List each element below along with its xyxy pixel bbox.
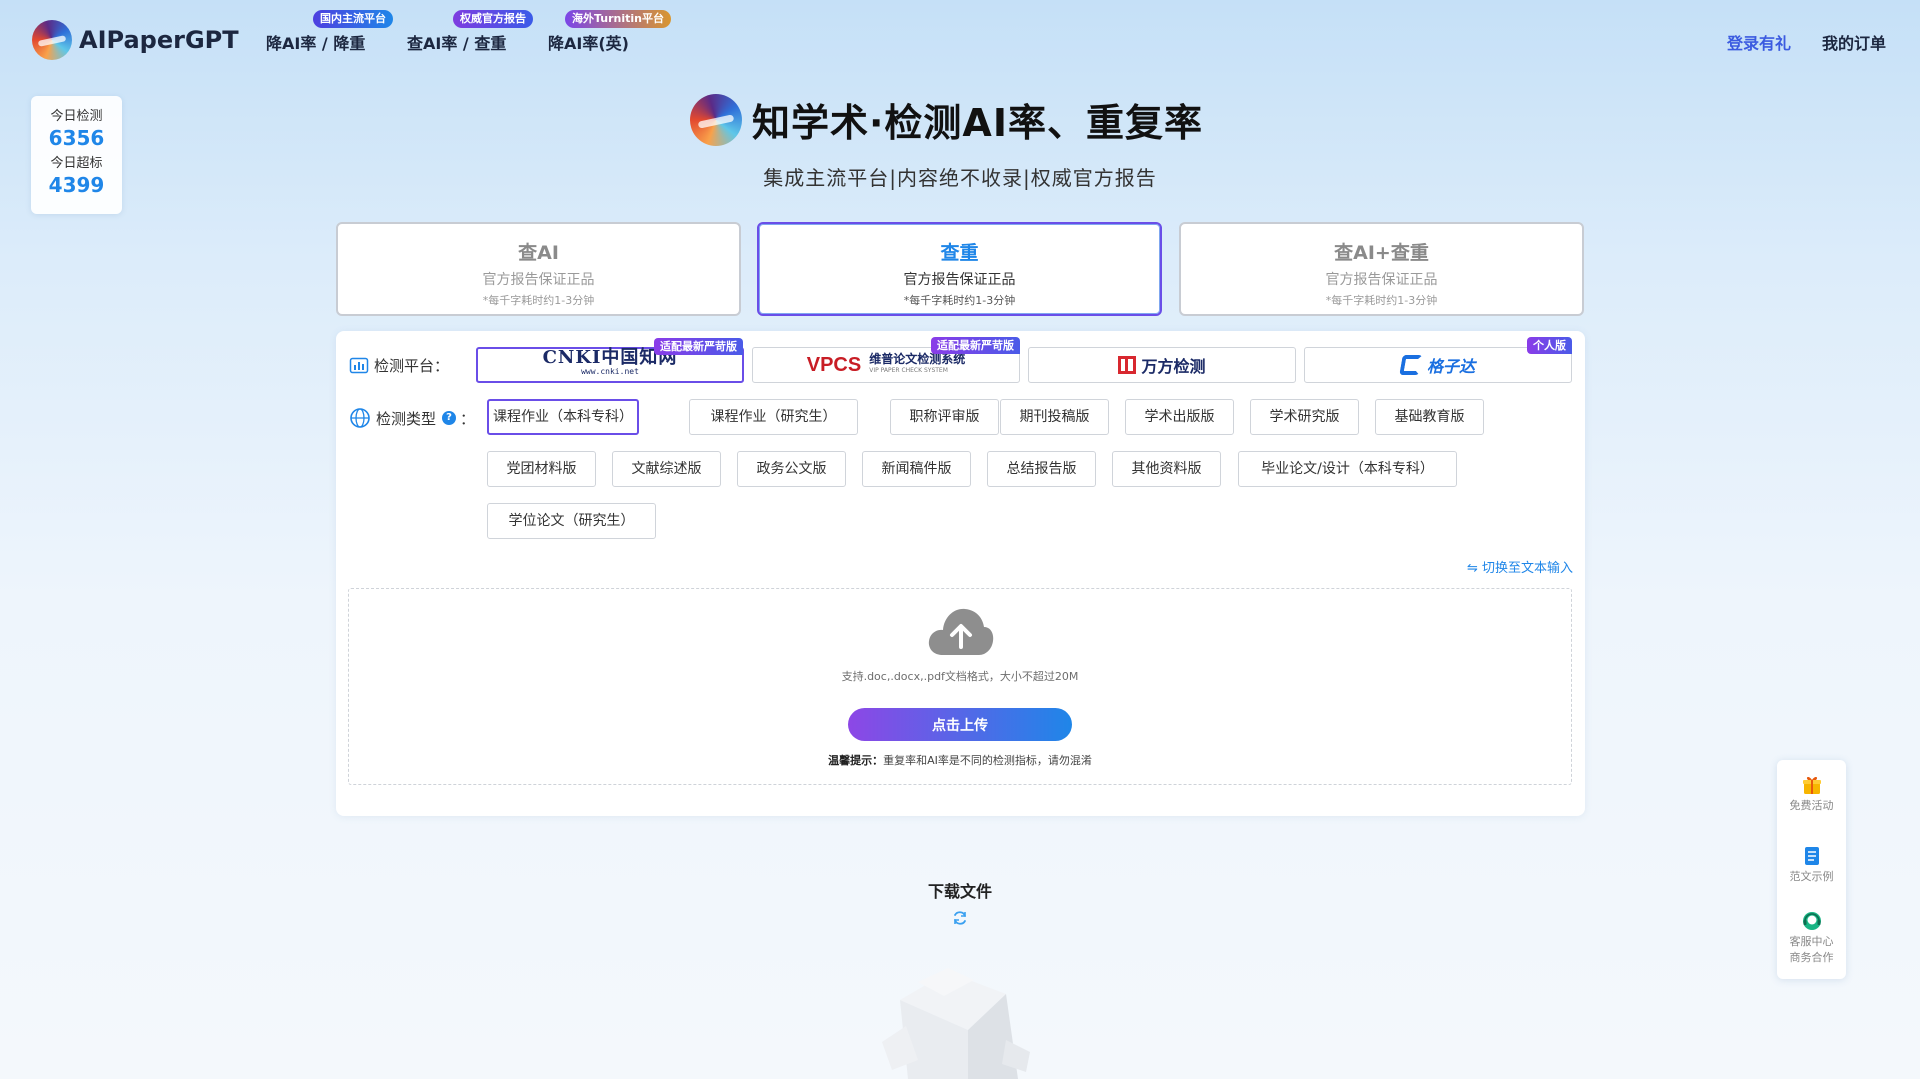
nav-item-reduce-ai-en[interactable]: 降AI率(英) [548, 30, 629, 54]
type-option[interactable]: 职称评审版 [890, 399, 999, 435]
check-type-label: 检测类型 ? ： [349, 407, 475, 429]
hero-title: 知学术·检测AI率、重复率 [690, 92, 1203, 147]
check-type-label-text: 检测类型 [376, 409, 437, 428]
wanfang-logo-text: 万方检测 [1141, 357, 1206, 376]
type-option[interactable]: 政务公文版 [737, 451, 846, 487]
mode-sub: 官方报告保证正品 [482, 272, 595, 288]
mode-note: *每千字耗时约1-3分钟 [1325, 294, 1438, 307]
today-checks-value: 6356 [48, 126, 105, 150]
type-option[interactable]: 党团材料版 [487, 451, 596, 487]
nav-item-reduce-ai[interactable]: 降AI率 / 降重 [266, 30, 365, 54]
gezida-logo-text: 格子达 [1426, 357, 1475, 376]
vpcs-logo-name: 维普论文检测系统 VIP PAPER CHECK SYSTEM [869, 353, 965, 377]
type-option[interactable]: 课程作业（研究生） [689, 399, 858, 435]
today-checks-label: 今日检测 [50, 109, 103, 124]
platform-badge: 个人版 [1527, 337, 1572, 354]
mode-title: 查重 [940, 242, 979, 264]
type-option[interactable]: 总结报告版 [987, 451, 1096, 487]
side-item-label-business: 商务合作 [1789, 951, 1834, 964]
check-panel: 检测平台： 适配最新严苛版 CNKI中国知网 www.cnki.net 适配最新… [336, 331, 1585, 816]
platform-badge: 适配最新严苛版 [931, 337, 1020, 354]
type-option[interactable]: 学位论文（研究生） [487, 503, 656, 539]
nav-item-check-ai[interactable]: 查AI率 / 查重 [407, 30, 506, 54]
type-option[interactable]: 基础教育版 [1375, 399, 1484, 435]
mode-note: *每千字耗时约1-3分钟 [903, 294, 1016, 307]
side-float-menu: 免费活动 范文示例 客服中心 商务合作 [1777, 760, 1846, 979]
upload-format-hint: 支持.doc,.docx,.pdf文档格式，大小不超过20M [841, 670, 1079, 683]
side-item-free-activity[interactable]: 免费活动 [1777, 774, 1846, 814]
nav-badge-domestic: 国内主流平台 [313, 10, 393, 28]
platform-badge: 适配最新严苛版 [654, 338, 743, 355]
top-navigation: AIPaperGPT 国内主流平台 降AI率 / 降重 权威官方报告 查AI率 … [0, 0, 1920, 80]
side-item-label: 免费活动 [1789, 799, 1834, 812]
check-type-colon: ： [460, 409, 476, 428]
upload-dropzone[interactable]: 支持.doc,.docx,.pdf文档格式，大小不超过20M 点击上传 温馨提示… [348, 588, 1572, 785]
chart-icon [349, 357, 369, 373]
side-item-label: 范文示例 [1789, 870, 1834, 883]
gezida-mark-icon [1399, 355, 1423, 375]
vpcs-logo-name-en: VIP PAPER CHECK SYSTEM [869, 367, 948, 374]
daily-stats-card: 今日检测 6356 今日超标 4399 [31, 96, 122, 214]
gezida-logo-icon: 格子达 [1399, 353, 1475, 377]
tip-label: 温馨提示： [828, 754, 884, 767]
download-title: 下载文件 [927, 882, 992, 901]
type-option[interactable]: 学术研究版 [1250, 399, 1359, 435]
platform-vpcs[interactable]: 适配最新严苛版 VPCS 维普论文检测系统 VIP PAPER CHECK SY… [752, 337, 1020, 383]
side-item-customer-service[interactable]: 客服中心 商务合作 [1777, 910, 1846, 966]
type-option[interactable]: 毕业论文/设计（本科专科） [1238, 451, 1457, 487]
empty-box-illustration-icon [882, 968, 1030, 1079]
mode-tab-check-ai-duplicate[interactable]: 查AI+查重 官方报告保证正品 *每千字耗时约1-3分钟 [1179, 222, 1584, 316]
side-item-label: 客服中心 [1789, 935, 1834, 948]
type-option[interactable]: 课程作业（本科专科） [487, 399, 639, 435]
nav-badge-turnitin: 海外Turnitin平台 [565, 10, 672, 28]
mode-title: 查AI+查重 [1334, 242, 1429, 264]
loading-spinner-icon [954, 911, 966, 925]
type-option[interactable]: 文献综述版 [612, 451, 721, 487]
vpcs-logo-mark: VPCS [806, 353, 862, 376]
swap-arrows-icon: ⇋ [1466, 561, 1478, 576]
mode-sub: 官方报告保证正品 [903, 272, 1016, 288]
brand-logo-icon [32, 20, 72, 60]
brand-name: AIPaperGPT [79, 26, 239, 54]
cloud-upload-icon [928, 608, 994, 655]
mode-title: 查AI [518, 242, 559, 264]
type-option[interactable]: 新闻稿件版 [862, 451, 971, 487]
help-icon[interactable]: ? [442, 411, 457, 425]
wanfang-mark-icon [1118, 356, 1137, 374]
platform-cnki[interactable]: 适配最新严苛版 CNKI中国知网 www.cnki.net [476, 338, 744, 383]
wanfang-logo-icon: 万方检测 [1118, 353, 1206, 377]
gift-icon [1802, 776, 1821, 794]
brand[interactable]: AIPaperGPT [32, 20, 239, 60]
upload-button[interactable]: 点击上传 [848, 708, 1072, 741]
upload-tip: 温馨提示：重复率和AI率是不同的检测指标，请勿混淆 [349, 752, 1571, 768]
switch-to-text-input-link[interactable]: ⇋ 切换至文本输入 [1467, 557, 1573, 576]
hero-title-text: 知学术·检测AI率、重复率 [752, 101, 1203, 145]
vpcs-logo-icon: VPCS 维普论文检测系统 VIP PAPER CHECK SYSTEM [807, 353, 965, 377]
platform-wanfang[interactable]: 万方检测 [1028, 347, 1296, 383]
platform-label: 检测平台： [349, 355, 449, 376]
my-orders-link[interactable]: 我的订单 [1822, 30, 1886, 54]
platform-gezida[interactable]: 个人版 格子达 [1304, 337, 1572, 383]
cnki-logo-icon: CNKI中国知网 www.cnki.net [543, 349, 678, 379]
mode-sub: 官方报告保证正品 [1325, 272, 1438, 288]
vpcs-logo-name-cn: 维普论文检测系统 [869, 352, 966, 366]
cnki-logo-url: www.cnki.net [581, 367, 639, 376]
mode-note: *每千字耗时约1-3分钟 [482, 294, 595, 307]
hero-logo-icon [690, 93, 742, 146]
type-option[interactable]: 期刊投稿版 [1000, 399, 1109, 435]
login-link[interactable]: 登录有礼 [1727, 30, 1791, 54]
platform-label-text: 检测平台： [374, 357, 450, 375]
globe-icon [350, 408, 370, 428]
type-option[interactable]: 学术出版版 [1125, 399, 1234, 435]
switch-to-text-input-text: 切换至文本输入 [1481, 561, 1573, 576]
tip-text: 重复率和AI率是不同的检测指标，请勿混淆 [883, 754, 1092, 767]
type-option[interactable]: 其他资料版 [1112, 451, 1221, 487]
customer-service-icon [1802, 912, 1821, 930]
document-icon [1804, 847, 1819, 865]
nav-badge-official: 权威官方报告 [453, 10, 533, 28]
hero-subtitle: 集成主流平台|内容绝不收录|权威官方报告 [763, 166, 1157, 190]
side-item-sample-essays[interactable]: 范文示例 [1777, 845, 1846, 885]
mode-tab-check-ai[interactable]: 查AI 官方报告保证正品 *每千字耗时约1-3分钟 [336, 222, 741, 316]
mode-tab-check-duplicate[interactable]: 查重 官方报告保证正品 *每千字耗时约1-3分钟 [757, 222, 1162, 316]
